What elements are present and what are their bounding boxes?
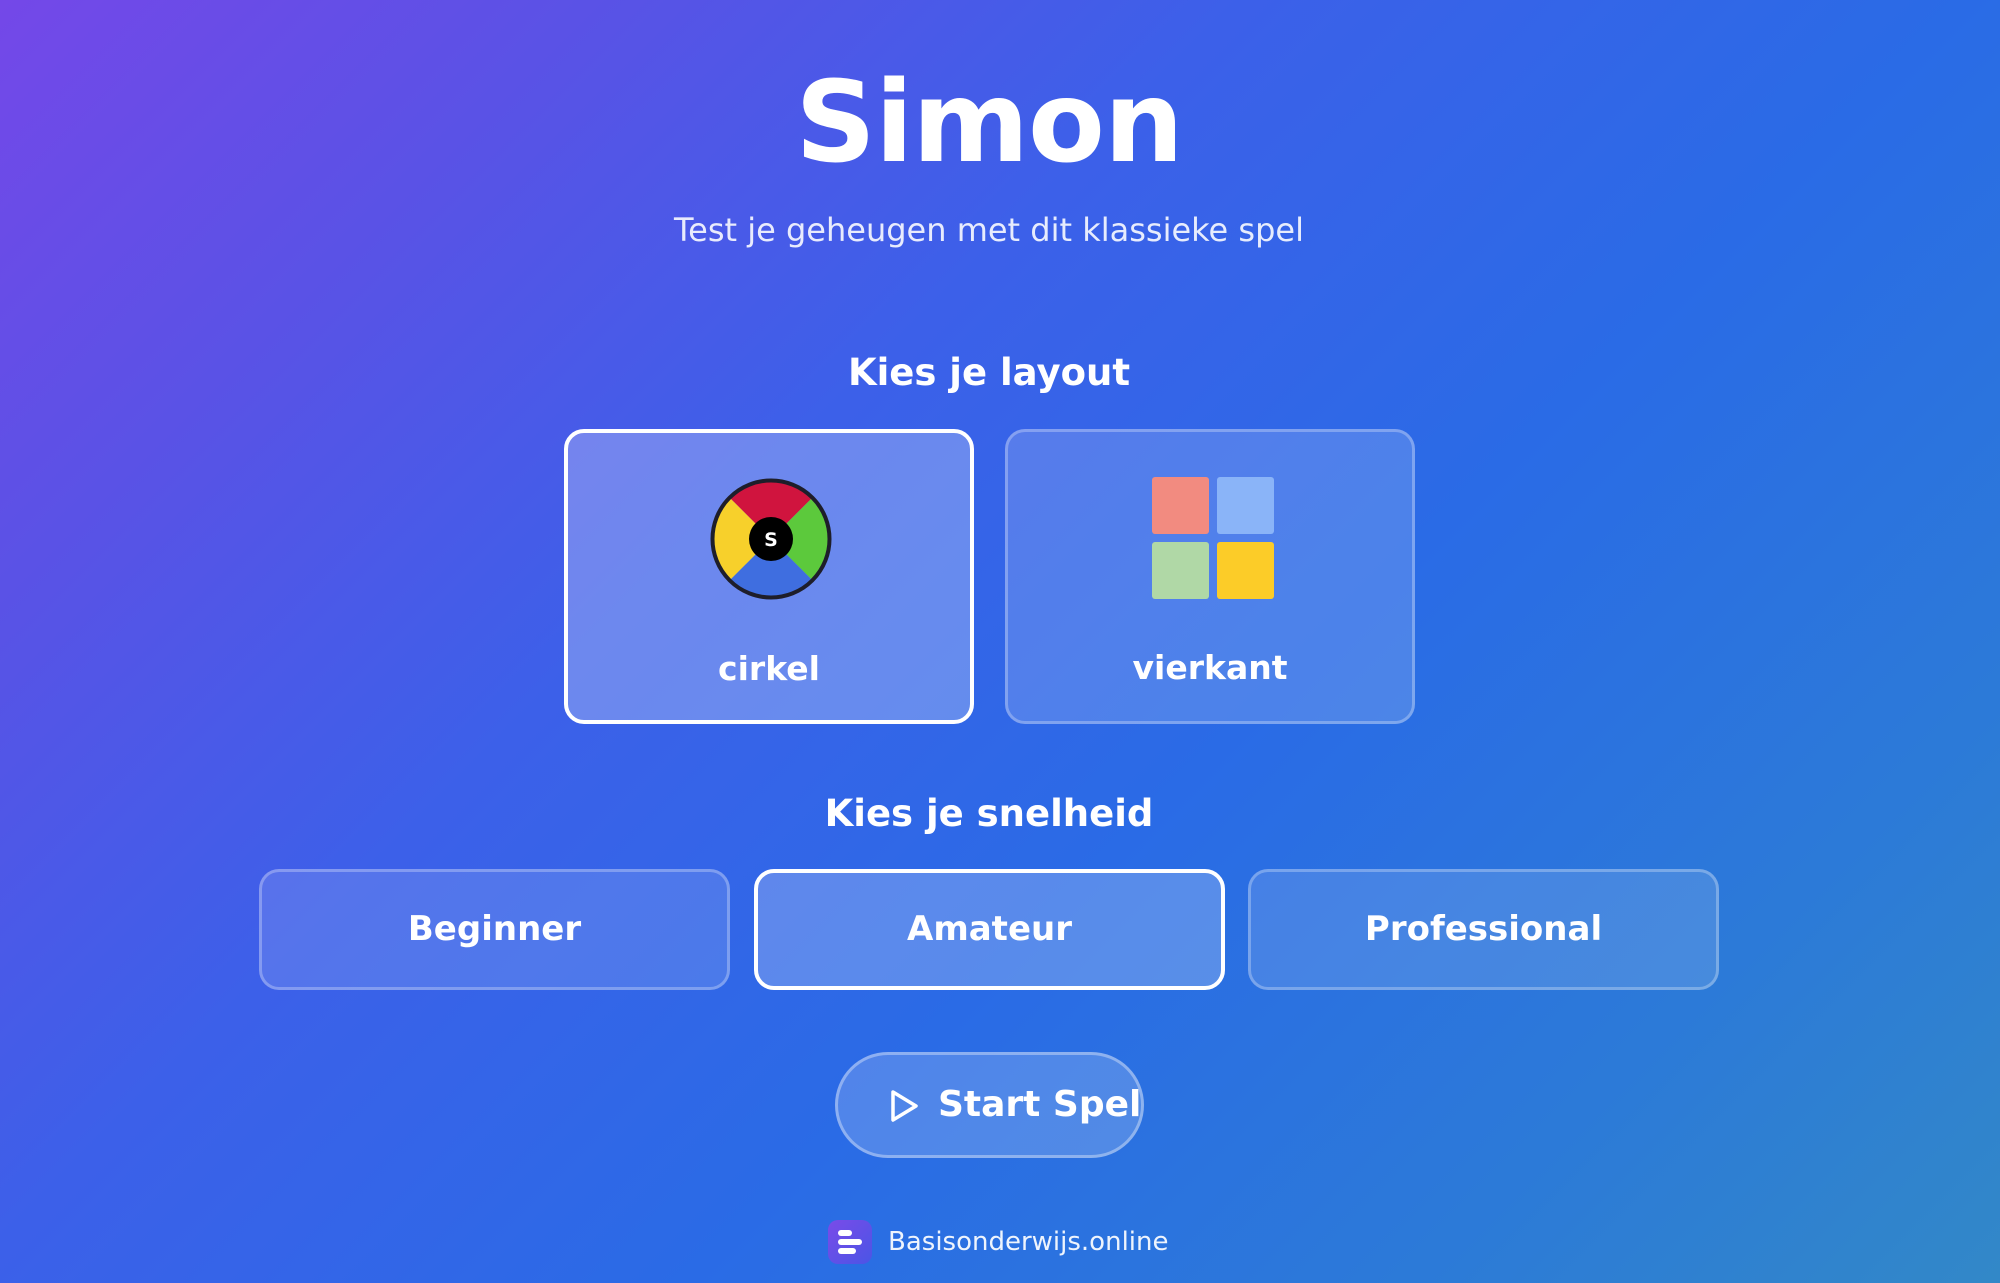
page-title: Simon [795,58,1183,188]
layout-heading: Kies je layout [847,351,1131,394]
grid-tile-blue [1217,477,1274,534]
layout-option-vierkant[interactable]: vierkant [1005,429,1415,724]
speed-option-beginner[interactable]: Beginner [259,869,730,990]
grid-tile-green [1152,542,1209,599]
page-subtitle: Test je geheugen met dit klassieke spel [674,211,1304,249]
simon-grid-icon [1152,477,1274,599]
simon-circle-icon: S [710,478,832,600]
footer-text: Basisonderwijs.online [888,1227,1169,1257]
speed-option-amateur[interactable]: Amateur [754,869,1225,990]
start-game-label: Start Spel [938,1084,1142,1125]
layout-option-label: vierkant [1132,648,1288,687]
simon-center-letter: S [764,529,778,551]
start-game-button[interactable]: Start Spel [835,1052,1144,1158]
play-icon [891,1090,918,1122]
grid-tile-red [1152,477,1209,534]
layout-option-cirkel[interactable]: S cirkel [564,429,974,724]
grid-tile-yellow [1217,542,1274,599]
layout-option-label: cirkel [718,649,820,688]
speed-option-professional[interactable]: Professional [1248,869,1719,990]
basisonderwijs-logo-icon [828,1220,872,1264]
footer-brand[interactable]: Basisonderwijs.online [828,1220,1169,1264]
speed-heading: Kies je snelheid [824,792,1154,835]
